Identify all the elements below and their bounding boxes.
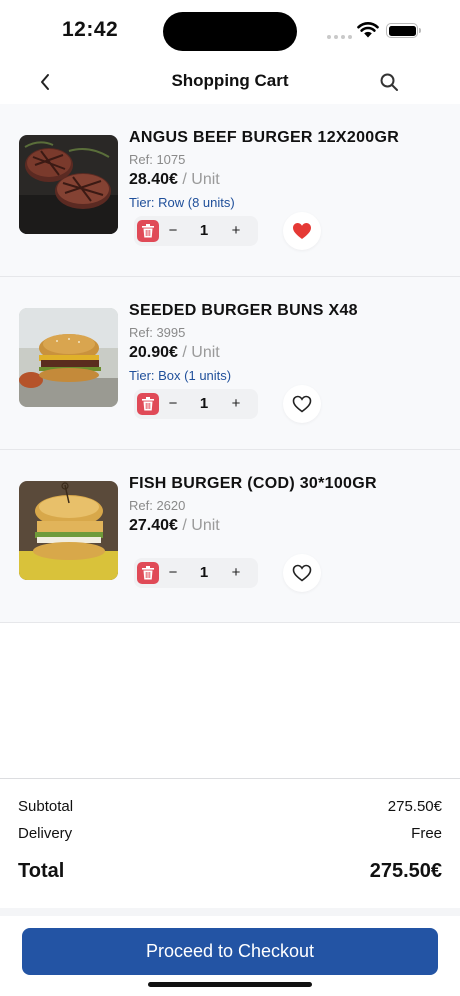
- product-name[interactable]: FISH BURGER (COD) 30*100GR: [129, 475, 377, 493]
- heart-outline-icon: [292, 395, 312, 413]
- product-price: 27.40€: [129, 517, 178, 534]
- favorite-button[interactable]: [283, 212, 321, 250]
- total-value: 275.50€: [369, 860, 442, 882]
- decrease-button[interactable]: −: [166, 562, 180, 584]
- quantity-value: 1: [199, 395, 209, 412]
- price-unit: / Unit: [177, 171, 220, 188]
- quantity-stepper: − 1 +: [134, 216, 258, 246]
- product-price: 28.40€: [129, 171, 178, 188]
- product-price: 20.90€: [129, 344, 178, 361]
- quantity-value: 1: [199, 222, 209, 239]
- price-row: 20.90€ / Unit: [129, 344, 220, 362]
- product-name[interactable]: SEEDED BURGER BUNS X48: [129, 302, 358, 320]
- increase-button[interactable]: +: [228, 393, 244, 415]
- footer-divider: [0, 908, 460, 916]
- subtotal-value: 275.50€: [387, 798, 442, 815]
- cart-item: SEEDED BURGER BUNS X48 Ref: 3995 20.90€ …: [0, 277, 460, 450]
- favorite-button[interactable]: [283, 554, 321, 592]
- search-icon: [380, 73, 398, 91]
- checkout-button[interactable]: Proceed to Checkout: [22, 928, 438, 975]
- cart-item: FISH BURGER (COD) 30*100GR Ref: 2620 27.…: [0, 450, 460, 623]
- increase-button[interactable]: +: [228, 220, 244, 242]
- product-tier: Tier: Row (8 units): [129, 195, 235, 210]
- price-row: 28.40€ / Unit: [129, 171, 220, 189]
- nav-bar: Shopping Cart: [0, 60, 460, 104]
- price-unit: / Unit: [177, 344, 220, 361]
- home-indicator[interactable]: [148, 982, 312, 987]
- decrease-button[interactable]: −: [166, 220, 180, 242]
- quantity-value: 1: [199, 564, 209, 581]
- delivery-value: Free: [411, 825, 442, 842]
- product-ref: Ref: 1075: [129, 152, 186, 167]
- product-name[interactable]: ANGUS BEEF BURGER 12X200GR: [129, 129, 399, 147]
- delete-button[interactable]: [137, 393, 159, 415]
- heart-outline-icon: [292, 564, 312, 582]
- cart-list: ANGUS BEEF BURGER 12X200GR Ref: 1075 28.…: [0, 104, 460, 623]
- price-row: 27.40€ / Unit: [129, 517, 220, 535]
- heart-filled-icon: [293, 223, 311, 239]
- price-unit: / Unit: [177, 517, 220, 534]
- decrease-button[interactable]: −: [166, 393, 180, 415]
- status-bar: 12:42: [0, 0, 460, 60]
- subtotal-label: Subtotal: [18, 798, 74, 815]
- wifi-icon: [357, 22, 379, 38]
- trash-icon: [142, 224, 154, 238]
- delete-button[interactable]: [137, 220, 159, 242]
- battery-icon: [386, 23, 421, 38]
- search-button[interactable]: [374, 68, 404, 96]
- quantity-stepper: − 1 +: [134, 389, 258, 419]
- favorite-button[interactable]: [283, 385, 321, 423]
- delivery-label: Delivery: [18, 825, 73, 842]
- order-summary: Subtotal 275.50€ Delivery Free Total 275…: [0, 778, 460, 908]
- status-time: 12:42: [62, 18, 119, 41]
- trash-icon: [142, 397, 154, 411]
- subtotal-row: Subtotal 275.50€: [18, 798, 442, 815]
- total-row: Total 275.50€: [18, 860, 442, 883]
- trash-icon: [142, 566, 154, 580]
- increase-button[interactable]: +: [228, 562, 244, 584]
- product-tier: Tier: Box (1 units): [129, 368, 232, 383]
- total-label: Total: [18, 860, 65, 882]
- product-ref: Ref: 3995: [129, 325, 186, 340]
- delivery-row: Delivery Free: [18, 825, 442, 842]
- product-image-burger-buns[interactable]: [19, 308, 118, 407]
- product-ref: Ref: 2620: [129, 498, 186, 513]
- product-image-fish-burger[interactable]: [19, 481, 118, 580]
- product-image-beef-burger[interactable]: [19, 135, 118, 234]
- cart-item: ANGUS BEEF BURGER 12X200GR Ref: 1075 28.…: [0, 104, 460, 277]
- quantity-stepper: − 1 +: [134, 558, 258, 588]
- cellular-signal-icon: [327, 33, 352, 39]
- delete-button[interactable]: [137, 562, 159, 584]
- dynamic-island: [163, 12, 297, 51]
